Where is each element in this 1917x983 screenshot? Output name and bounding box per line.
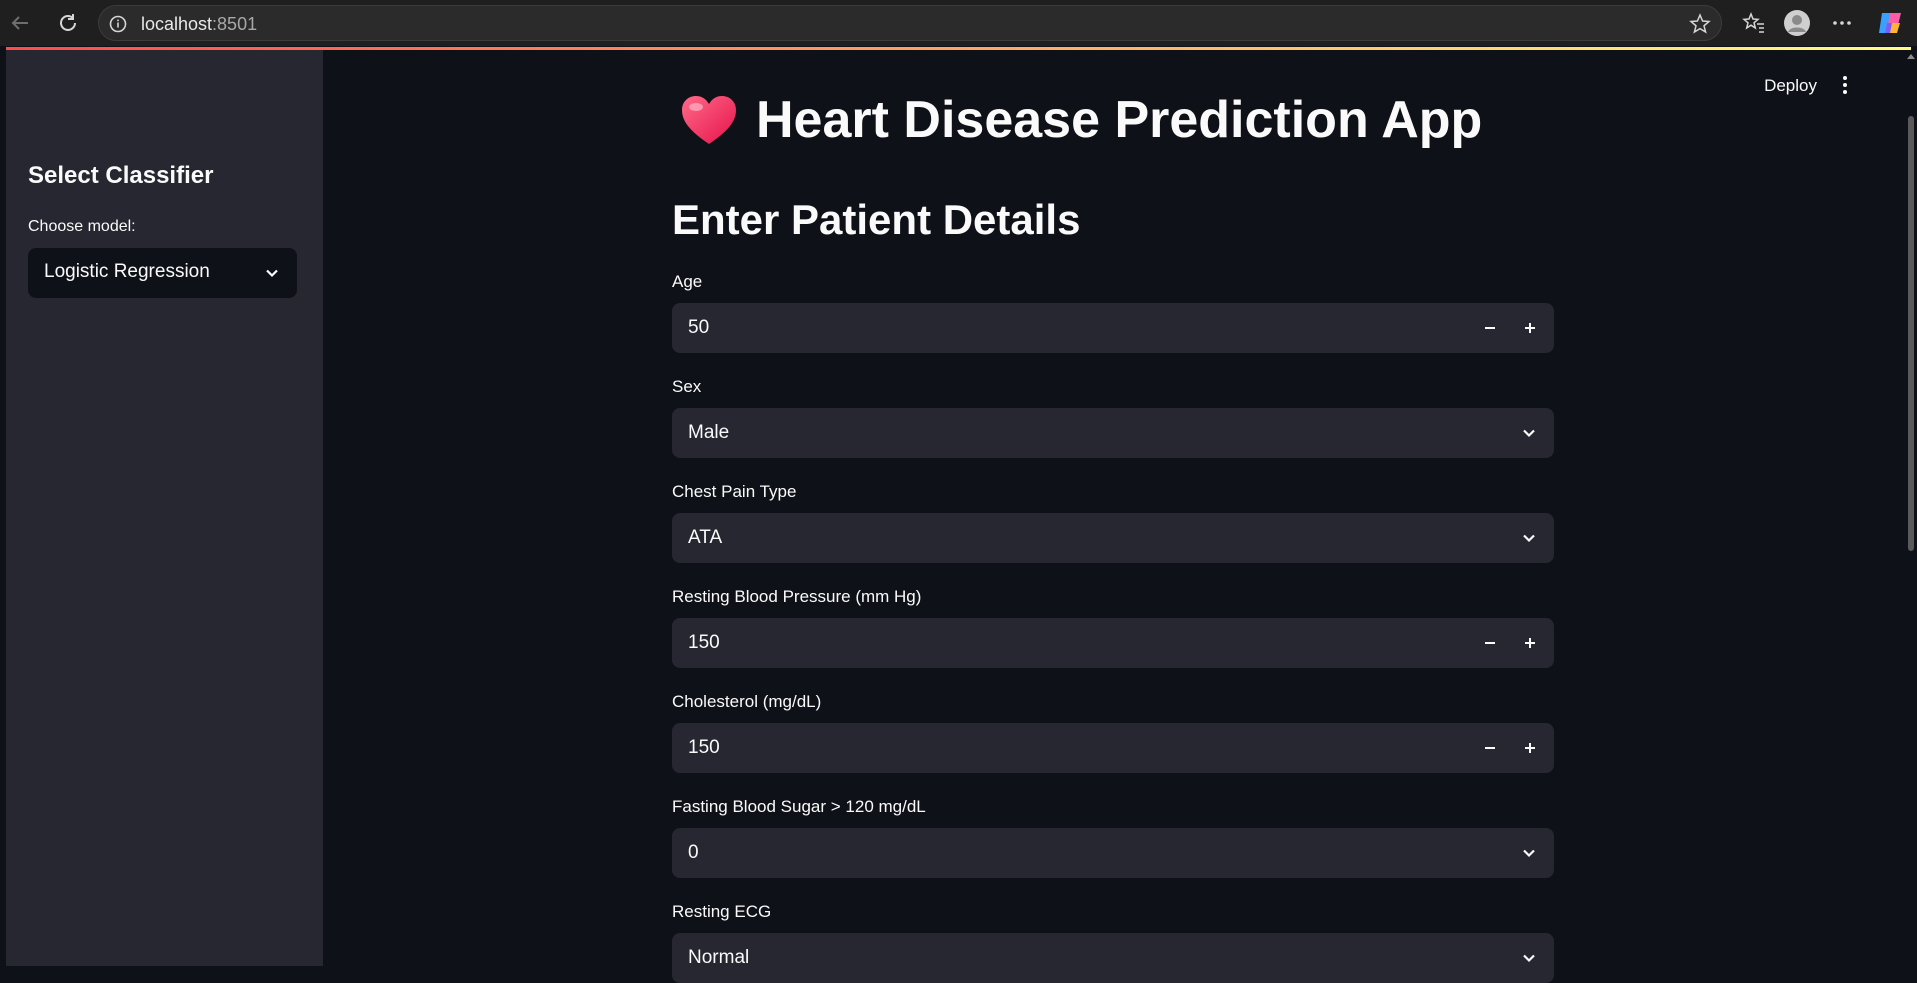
chevron-down-icon <box>1523 954 1535 963</box>
page-title: Heart Disease Prediction App <box>680 90 1482 150</box>
main-area: Deploy Heart Disease Prediction App Ente… <box>323 50 1917 983</box>
scrollbar-thumb[interactable] <box>1908 116 1914 551</box>
chevron-down-icon <box>266 269 278 278</box>
resting-ecg-label: Resting ECG <box>672 902 772 921</box>
cholesterol-value: 150 <box>688 737 720 758</box>
chest-pain-select[interactable]: ATA <box>672 513 1554 563</box>
plus-icon <box>1525 638 1535 648</box>
age-label: Age <box>672 272 703 291</box>
heart-icon <box>682 96 736 144</box>
minus-icon <box>1485 327 1495 329</box>
resting-bp-input[interactable]: 150 <box>672 618 1554 668</box>
sex-label: Sex <box>672 377 702 396</box>
favorites-icon <box>1742 11 1764 33</box>
address-bar[interactable]: localhost:8501 <box>98 5 1722 41</box>
chevron-down-icon <box>1523 534 1535 543</box>
fasting-bs-value: 0 <box>688 842 699 863</box>
chest-pain-value: ATA <box>688 527 723 548</box>
age-value: 50 <box>688 317 710 338</box>
sex-value: Male <box>688 422 730 443</box>
browser-toolbar: localhost:8501 <box>0 0 1917 46</box>
cholesterol-increment-button[interactable] <box>1520 738 1540 758</box>
model-select-label: Choose model: <box>28 218 136 235</box>
plus-icon <box>1525 323 1535 333</box>
chevron-down-icon <box>1523 429 1535 438</box>
chest-pain-label: Chest Pain Type <box>672 482 797 501</box>
chevron-down-icon <box>1523 849 1535 858</box>
url-text: localhost:8501 <box>141 14 257 35</box>
kebab-menu-icon[interactable] <box>1835 74 1855 96</box>
resting-bp-increment-button[interactable] <box>1520 633 1540 653</box>
age-input[interactable]: 50 <box>672 303 1554 353</box>
sidebar: Select Classifier Choose model: Logistic… <box>6 50 323 966</box>
star-icon[interactable] <box>1689 13 1711 35</box>
copilot-icon <box>1879 13 1901 33</box>
profile-icon <box>1784 10 1810 36</box>
sex-select[interactable]: Male <box>672 408 1554 458</box>
back-arrow-icon <box>11 16 28 30</box>
scrollbar[interactable] <box>1905 50 1917 966</box>
copilot-button[interactable] <box>1874 7 1906 39</box>
minus-icon <box>1485 642 1495 644</box>
cholesterol-decrement-button[interactable] <box>1480 738 1500 758</box>
reload-icon <box>60 14 76 31</box>
model-select-value: Logistic Regression <box>44 261 210 282</box>
plus-icon <box>1525 743 1535 753</box>
model-select[interactable]: Logistic Regression <box>28 248 297 298</box>
age-decrement-button[interactable] <box>1480 318 1500 338</box>
fasting-bs-label: Fasting Blood Sugar > 120 mg/dL <box>672 797 926 816</box>
resting-bp-value: 150 <box>688 632 720 653</box>
favorites-button[interactable] <box>1738 7 1770 39</box>
more-button[interactable] <box>1826 7 1858 39</box>
resting-bp-decrement-button[interactable] <box>1480 633 1500 653</box>
resting-ecg-select[interactable]: Normal <box>672 933 1554 983</box>
minus-icon <box>1485 747 1495 749</box>
scroll-up-arrow-icon[interactable] <box>1907 52 1915 60</box>
sidebar-title: Select Classifier <box>28 162 214 189</box>
profile-button[interactable] <box>1781 7 1813 39</box>
url-port: :8501 <box>212 14 258 34</box>
cholesterol-input[interactable]: 150 <box>672 723 1554 773</box>
back-button[interactable] <box>4 7 36 39</box>
app-title-text: Heart Disease Prediction App <box>756 91 1483 149</box>
cholesterol-label: Cholesterol (mg/dL) <box>672 692 822 711</box>
fasting-bs-select[interactable]: 0 <box>672 828 1554 878</box>
reload-button[interactable] <box>52 7 84 39</box>
more-icon <box>1833 21 1851 25</box>
deploy-button[interactable]: Deploy <box>1764 76 1817 96</box>
streamlit-app: Select Classifier Choose model: Logistic… <box>0 50 1917 983</box>
info-icon[interactable] <box>109 15 127 33</box>
resting-bp-label: Resting Blood Pressure (mm Hg) <box>672 587 922 606</box>
url-host: localhost <box>141 14 213 34</box>
age-increment-button[interactable] <box>1520 318 1540 338</box>
section-title: Enter Patient Details <box>672 196 1081 243</box>
